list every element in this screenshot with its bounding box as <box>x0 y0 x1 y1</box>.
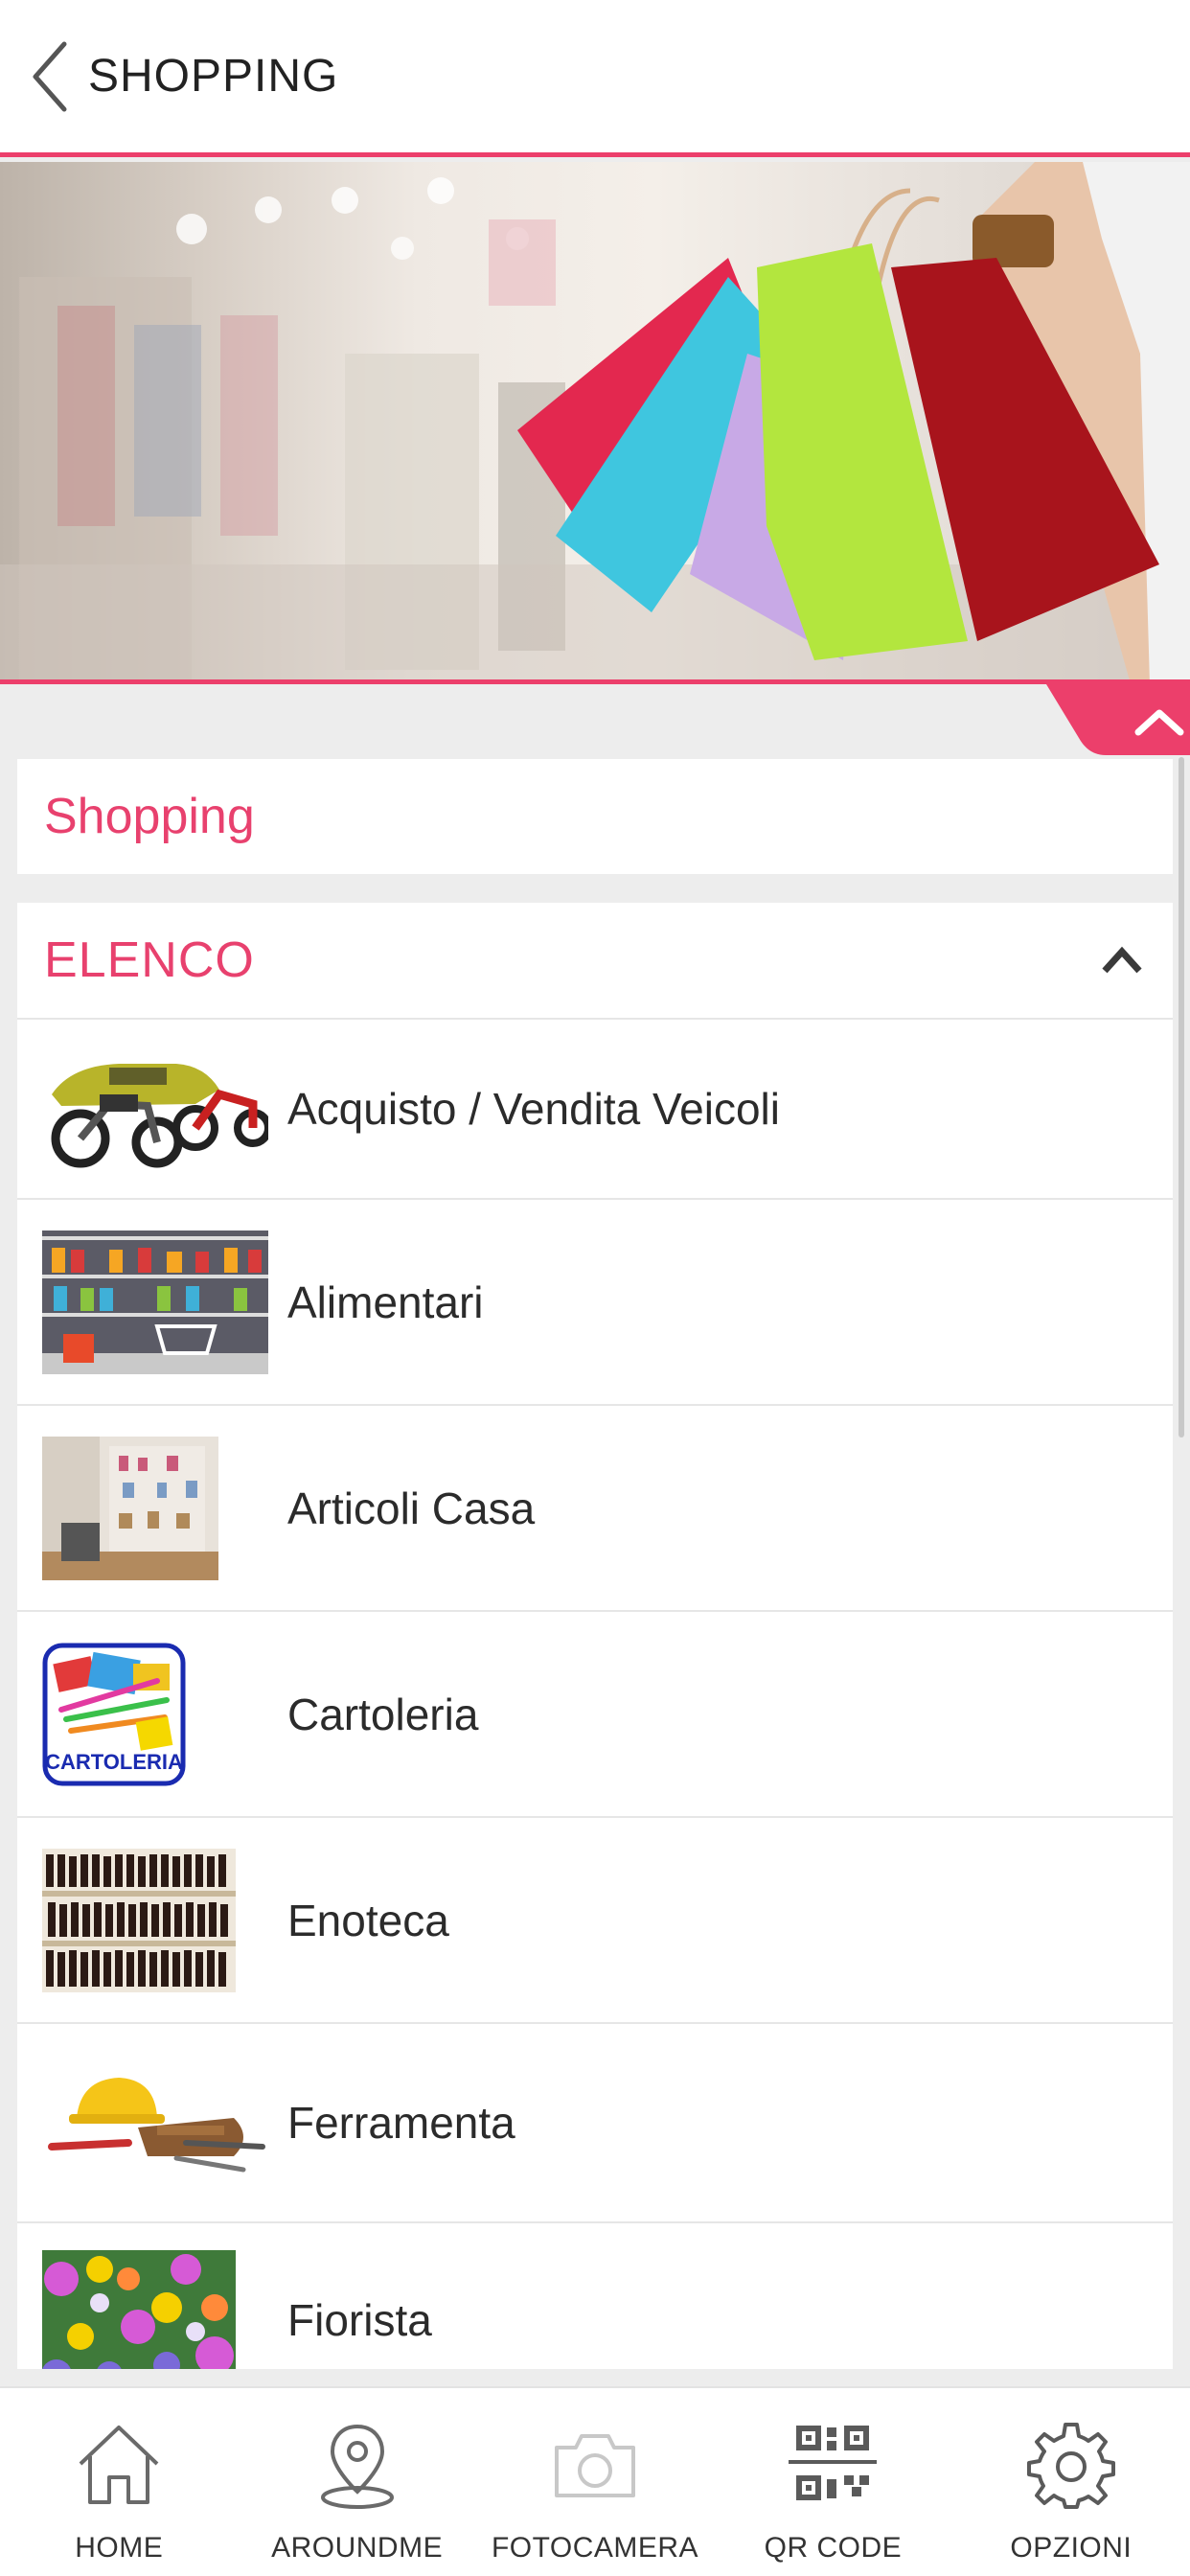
list-item-label: Articoli Casa <box>287 1483 536 1533</box>
list-item-ferramenta[interactable]: Ferramenta <box>17 2024 1173 2223</box>
bottom-navigation: HOME AROUNDME FOTOCAMERA QR CODE OPZIONI <box>0 2386 1190 2576</box>
section-title-card: Shopping <box>17 759 1173 874</box>
nav-label: FOTOCAMERA <box>491 2532 699 2564</box>
section-title: Shopping <box>44 789 255 844</box>
list-item-label: Enoteca <box>287 1895 449 1945</box>
vehicles-thumbnail <box>42 1037 268 1181</box>
location-pin-icon <box>309 2417 405 2513</box>
list-header[interactable]: ELENCO <box>17 903 1173 1020</box>
list-item-enoteca[interactable]: Enoteca <box>17 1818 1173 2024</box>
collapse-banner-button[interactable] <box>1046 684 1190 755</box>
nav-label: OPZIONI <box>1010 2532 1133 2564</box>
top-bar: SHOPPING <box>0 0 1190 157</box>
wine-shop-thumbnail <box>42 1848 268 1992</box>
app-screen: SHOPPING Shopping ELENCO Acquisto / Vend… <box>0 0 1190 2576</box>
list-item-label: Ferramenta <box>287 2098 515 2148</box>
list-item-cartoleria[interactable]: CARTOLERIA Cartoleria <box>17 1612 1173 1818</box>
nav-aroundme[interactable]: AROUNDME <box>238 2388 475 2576</box>
page-title: SHOPPING <box>88 51 339 102</box>
nav-fotocamera[interactable]: FOTOCAMERA <box>476 2388 714 2576</box>
stationery-thumbnail: CARTOLERIA <box>42 1643 268 1786</box>
list-item-label: Cartoleria <box>287 1689 479 1739</box>
hero-banner-image <box>0 162 1190 684</box>
scrollbar[interactable] <box>1179 757 1184 1438</box>
list-header-label: ELENCO <box>44 932 255 988</box>
list-item-alimentari[interactable]: Alimentari <box>17 1200 1173 1406</box>
nav-opzioni[interactable]: OPZIONI <box>952 2388 1190 2576</box>
nav-home[interactable]: HOME <box>0 2388 238 2576</box>
hardware-thumbnail <box>42 2051 268 2195</box>
list-item-fiorista[interactable]: Fiorista <box>17 2223 1173 2369</box>
chevron-up-icon[interactable] <box>1098 941 1146 979</box>
qr-code-icon <box>785 2417 881 2513</box>
chevron-left-icon[interactable] <box>21 34 79 120</box>
nav-label: AROUNDME <box>271 2532 444 2564</box>
home-goods-thumbnail <box>42 1436 268 1580</box>
gear-icon <box>1023 2417 1119 2513</box>
list-item-articoli-casa[interactable]: Articoli Casa <box>17 1406 1173 1612</box>
home-icon <box>71 2417 167 2513</box>
nav-label: HOME <box>75 2532 164 2564</box>
list-item-label: Fiorista <box>287 2295 432 2345</box>
nav-qr-code[interactable]: QR CODE <box>714 2388 951 2576</box>
camera-icon <box>547 2417 643 2513</box>
list-item-label: Acquisto / Vendita Veicoli <box>287 1084 780 1134</box>
cartoleria-logo-text: CARTOLERIA <box>45 1750 183 1774</box>
list-item-label: Alimentari <box>287 1276 484 1327</box>
florist-thumbnail <box>42 2250 268 2369</box>
list-item-veicoli[interactable]: Acquisto / Vendita Veicoli <box>17 1020 1173 1200</box>
category-list: ELENCO Acquisto / Vendita Veicoli Alimen… <box>17 903 1173 2369</box>
grocery-thumbnail <box>42 1230 268 1374</box>
nav-label: QR CODE <box>764 2532 903 2564</box>
